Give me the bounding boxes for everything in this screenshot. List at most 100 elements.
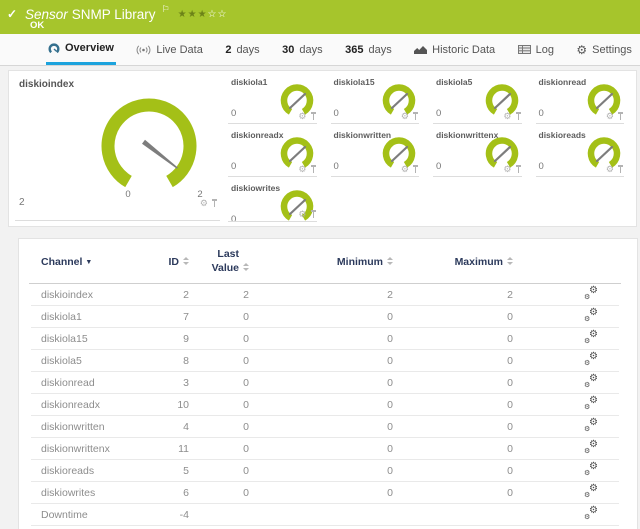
tab-historic-data[interactable]: Historic Data [412,34,497,65]
channel-settings-icon[interactable]: ⚙⚙ [584,354,598,366]
cell-minimum: 0 [249,333,393,345]
cell-channel: diskioindex [19,289,167,301]
column-header-minimum[interactable]: Minimum [249,256,393,268]
priority-stars[interactable]: ★★★☆☆ [178,9,228,20]
channel-settings-icon[interactable]: ⚙⚙ [584,398,598,410]
table-row[interactable]: diskionreadx 10 0 0 0 ⚙⚙ [19,394,637,416]
gear-icon[interactable]: ⚙ [298,165,306,174]
cell-last-value: 0 [189,377,249,389]
gauge-value: 0 [539,161,544,172]
flag-icon[interactable]: ⚐ [162,4,170,14]
gear-icon: ⚙ [576,44,587,56]
tab-live-data[interactable]: Live Data [134,34,204,65]
small-gauge-cell[interactable]: diskionread 0 ⚙ [534,71,637,124]
small-gauge-cell[interactable]: diskionwrittenx 0 ⚙ [431,124,534,177]
pin-icon[interactable] [310,165,317,174]
tab-settings[interactable]: ⚙ Settings [574,34,634,65]
table-row[interactable]: diskioindex 2 2 2 2 ⚙⚙ [19,284,637,306]
tab-log[interactable]: Log [516,34,556,65]
gauge-channel-name: diskioreads [539,130,586,140]
channel-settings-icon[interactable]: ⚙⚙ [584,420,598,432]
pin-icon[interactable] [515,165,522,174]
table-row[interactable]: diskionwritten 4 0 0 0 ⚙⚙ [19,416,637,438]
tab-2-days[interactable]: 2 days [223,34,261,65]
channel-table-body: diskioindex 2 2 2 2 ⚙⚙ diskiola1 7 0 0 0… [19,284,637,526]
table-row[interactable]: diskionwrittenx 11 0 0 0 ⚙⚙ [19,438,637,460]
cell-maximum: 0 [393,333,513,345]
cell-id: 10 [167,399,189,411]
small-gauge-cell[interactable]: diskiola5 0 ⚙ [431,71,534,124]
gear-icon[interactable]: ⚙ [606,112,614,121]
gear-icon[interactable]: ⚙ [298,210,306,219]
gear-icon[interactable]: ⚙ [200,199,208,208]
gauge-needle [290,147,305,161]
gear-icon[interactable]: ⚙ [606,165,614,174]
table-row[interactable]: Downtime -4 ⚙⚙ [19,504,637,526]
page-title: SNMP Library [72,7,156,22]
small-gauge-cell[interactable]: diskioreads 0 ⚙ [534,124,637,177]
pin-icon[interactable] [617,112,624,121]
table-row[interactable]: diskiola15 9 0 0 0 ⚙⚙ [19,328,637,350]
channel-settings-icon[interactable]: ⚙⚙ [584,464,598,476]
channel-settings-icon[interactable]: ⚙⚙ [584,442,598,454]
column-header-maximum[interactable]: Maximum [393,256,513,268]
table-row[interactable]: diskioreads 5 0 0 0 ⚙⚙ [19,460,637,482]
channel-settings-icon[interactable]: ⚙⚙ [584,310,598,322]
pin-icon[interactable] [412,165,419,174]
channel-settings-icon[interactable]: ⚙⚙ [584,486,598,498]
gauge-value: 0 [231,108,236,119]
channel-settings-icon[interactable]: ⚙⚙ [584,332,598,344]
cell-maximum: 2 [393,289,513,301]
tab-365-days[interactable]: 365 days [343,34,394,65]
main-gauge-cell[interactable]: diskioindex 0 2 2 ⚙ [9,71,226,226]
channel-settings-icon[interactable]: ⚙⚙ [584,376,598,388]
cell-last-value: 0 [189,443,249,455]
cell-maximum: 0 [393,377,513,389]
gear-icon[interactable]: ⚙ [401,112,409,121]
cell-actions: ⚙⚙ [513,376,637,391]
channel-settings-icon[interactable]: ⚙⚙ [584,508,598,520]
cell-last-value: 2 [189,289,249,301]
pin-icon[interactable] [617,165,624,174]
column-header-last-value[interactable]: Last Value [189,248,249,274]
tab-30-days-number: 30 [282,44,294,56]
cell-last-value: 0 [189,399,249,411]
table-row[interactable]: diskiola5 8 0 0 0 ⚙⚙ [19,350,637,372]
cell-minimum: 0 [249,311,393,323]
table-row[interactable]: diskiola1 7 0 0 0 ⚙⚙ [19,306,637,328]
column-header-channel[interactable]: Channel▼ [19,256,167,268]
pin-icon[interactable] [211,199,218,208]
gauge-value: 0 [334,108,339,119]
pin-icon[interactable] [310,210,317,219]
gauge-cell-icons: ⚙ [606,112,624,121]
gear-icon[interactable]: ⚙ [503,112,511,121]
pin-icon[interactable] [412,112,419,121]
small-gauge-cell[interactable]: diskionwritten 0 ⚙ [329,124,432,177]
tab-overview[interactable]: Overview [46,34,116,65]
cell-actions: ⚙⚙ [513,310,637,325]
gear-icon[interactable]: ⚙ [503,165,511,174]
gear-icon[interactable]: ⚙ [298,112,306,121]
channel-settings-icon[interactable]: ⚙⚙ [584,288,598,300]
table-row[interactable]: diskiowrites 6 0 0 0 ⚙⚙ [19,482,637,504]
small-gauge-cell[interactable]: diskionreadx 0 ⚙ [226,124,329,177]
cell-channel: diskionreadx [19,399,167,411]
sensor-status-banner: ✓ SensorSNMP Library⚐★★★☆☆ OK [0,0,640,34]
gear-icon[interactable]: ⚙ [401,165,409,174]
cell-actions: ⚙⚙ [513,464,637,479]
small-gauge-cell[interactable]: diskiowrites 0 ⚙ [226,177,329,222]
pin-icon[interactable] [310,112,317,121]
gauge-channel-name: diskiowrites [231,183,280,193]
gauge-needle [392,94,407,108]
cell-channel: diskiola5 [19,355,167,367]
tab-365-days-label: days [368,44,391,56]
prtg-sensor-overview-page: ✓ SensorSNMP Library⚐★★★☆☆ OK Overview L… [0,0,640,529]
small-gauge-cell[interactable]: diskiola1 0 ⚙ [226,71,329,124]
tab-30-days-label: days [299,44,322,56]
small-gauge-cell[interactable]: diskiola15 0 ⚙ [329,71,432,124]
column-header-id[interactable]: ID [167,256,189,268]
table-row[interactable]: diskionread 3 0 0 0 ⚙⚙ [19,372,637,394]
tab-30-days[interactable]: 30 days [280,34,325,65]
pin-icon[interactable] [515,112,522,121]
cell-minimum: 0 [249,487,393,499]
